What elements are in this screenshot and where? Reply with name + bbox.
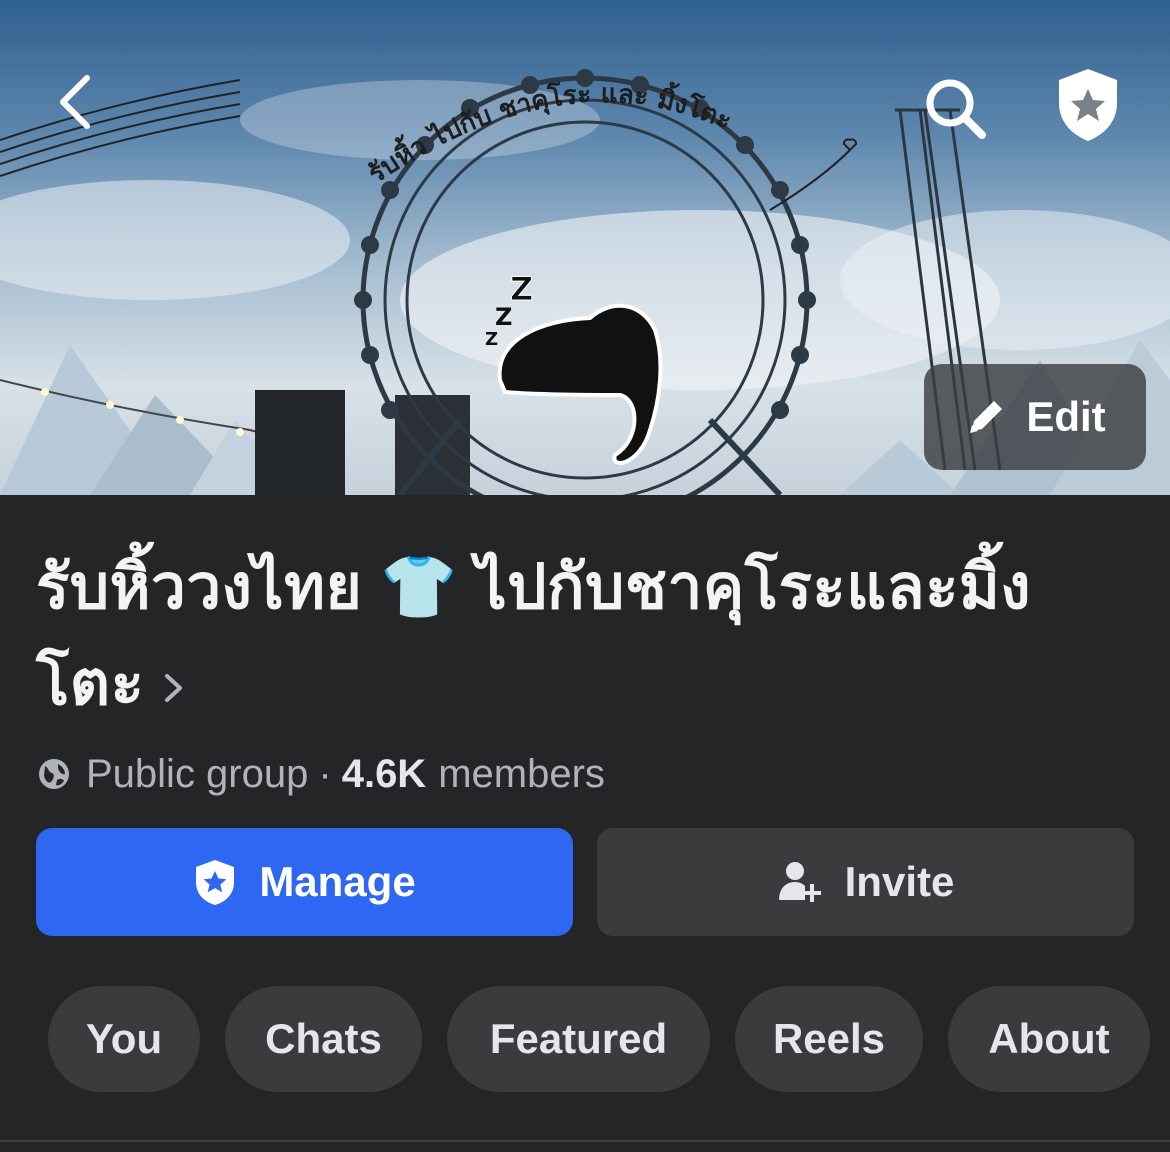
edit-label: Edit: [1026, 393, 1106, 440]
svg-text:Z: Z: [510, 270, 533, 308]
group-title-text: รับหิ้ววงไทย: [36, 553, 363, 622]
chevron-left-icon: [60, 75, 90, 129]
add-person-icon: [778, 862, 821, 902]
member-count: 4.6K: [341, 751, 427, 796]
invite-label: Invite: [844, 858, 955, 905]
admin-shield-icon: [1058, 68, 1117, 141]
search-icon: [926, 79, 986, 139]
tab-reels[interactable]: Reels: [735, 986, 923, 1092]
manage-label: Manage: [259, 858, 416, 905]
meta-separator: ·: [318, 751, 332, 796]
cover-photo[interactable]: Z Z Z รับหิ้ว ไปกับ ชาคุโระ และ มิ้งโตะ: [0, 0, 1170, 495]
pencil-icon: [970, 401, 1003, 433]
tab-chats[interactable]: Chats: [225, 986, 422, 1092]
admin-tools-button[interactable]: [1045, 62, 1130, 147]
edit-cover-button[interactable]: Edit: [924, 364, 1146, 470]
shirt-emoji: 👕: [380, 553, 458, 622]
chevron-right-icon: [162, 640, 186, 736]
group-title[interactable]: รับหิ้ววงไทย 👕 ไปกับชาคุโระและมิ้งโตะ: [36, 540, 1126, 736]
group-meta: Public group · 4.6K members: [36, 748, 605, 800]
divider: [0, 1140, 1170, 1142]
tab-featured[interactable]: Featured: [447, 986, 710, 1092]
svg-text:Z: Z: [485, 329, 498, 350]
members-label: members: [438, 751, 605, 796]
shield-star-icon: [196, 860, 235, 905]
privacy-label: Public group: [86, 751, 309, 796]
search-button[interactable]: [915, 68, 995, 148]
globe-icon: [36, 756, 72, 792]
back-button[interactable]: [40, 62, 110, 142]
tab-you[interactable]: You: [48, 986, 200, 1092]
manage-button[interactable]: Manage: [36, 828, 573, 936]
tab-about[interactable]: About: [948, 986, 1150, 1092]
invite-button[interactable]: Invite: [597, 828, 1134, 936]
svg-text:Z: Z: [495, 303, 512, 331]
